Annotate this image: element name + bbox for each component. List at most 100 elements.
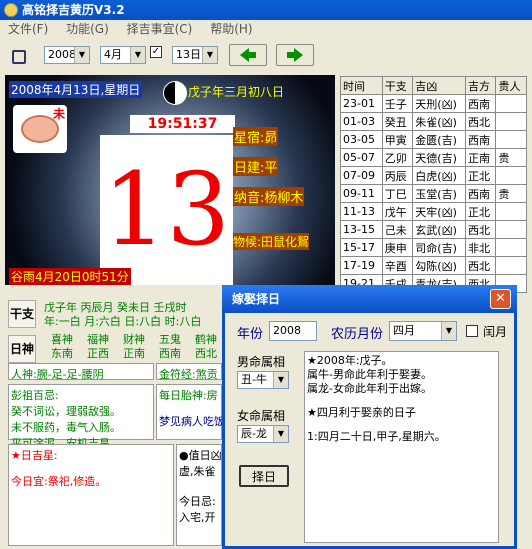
rishen-direction: 正西 [87,347,109,360]
jixing-title: ★日吉星: [11,449,58,462]
menu-function[interactable]: 功能(G) [58,20,115,39]
table-cell [495,238,527,257]
table-row[interactable]: 11-13 戊午 天牢(凶) 正北 [340,202,527,221]
result-gap [307,396,496,406]
dialog-title-bar: 嫁娶择日 ✕ [222,285,517,313]
table-cell [495,166,527,185]
menu-help[interactable]: 帮助(H) [202,20,258,39]
chevron-down-icon: ▼ [130,47,145,63]
rishen-item: 鹤神 西北 [188,333,224,361]
marriage-dialog: 嫁娶择日 ✕ 年份 2008 农历月份 四月 ▼ 闰月 男命属相 丑-牛 ▼ 女命属… [222,285,517,549]
rishen-god: 喜神 [51,333,73,346]
prev-day-button[interactable] [229,44,267,66]
chevron-down-icon: ▼ [74,47,89,63]
table-cell [495,202,527,221]
table-cell: 甲寅 [381,130,414,149]
select-day-button[interactable]: 择日 [239,465,289,487]
result-line: 属龙-女命此年利于出嫁。 [307,382,432,395]
male-zodiac-value: 丑-牛 [241,373,267,386]
chevron-down-icon: ▼ [273,426,288,442]
zhishen-panel: ●值日凶 虚,朱雀 今日忌: 入宅,开 [176,444,222,546]
table-row[interactable]: 13-15 己未 玄武(凶) 西北 [340,220,527,239]
rishen-item: 喜神 东南 [44,333,80,361]
chevron-down-icon: ▼ [202,47,217,63]
table-cell: 玄武(凶) [412,220,466,239]
table-cell [495,220,527,239]
dialog-title: 嫁娶择日 [232,292,281,306]
next-day-button[interactable] [276,44,314,66]
col-time: 时间 [340,76,383,95]
result-panel[interactable]: ★2008年:戊子。 属牛-男命此年利于娶妻。 属龙-女命此年利于出嫁。 ★四月… [304,351,499,543]
year-select[interactable]: 2008 ▼ [44,46,90,64]
table-row[interactable]: 07-09 丙辰 白虎(凶) 正北 [340,166,527,185]
menu-bar: 文件(F) 功能(G) 择吉事宜(C) 帮助(H) [0,20,532,39]
female-zodiac-select[interactable]: 辰-龙 ▼ [237,425,289,443]
nayin: 纳音:杨柳木 [233,187,305,206]
day-select[interactable]: 13日 ▼ [172,46,218,64]
table-cell [495,256,527,275]
month-value: 4月 [104,48,122,61]
pengzu-line: 未不服药，毒气入肠。 [11,421,121,434]
window-title-bar: 高铭择吉黄历V3.2 [0,0,532,20]
rishen-label: 日神 [8,335,36,363]
zodiac-char: 未 [53,107,66,121]
table-cell: 正北 [464,166,497,185]
male-zodiac-select[interactable]: 丑-牛 ▼ [237,371,289,389]
table-cell: 15-17 [340,238,383,257]
dialog-year-input[interactable]: 2008 [269,321,317,341]
table-cell: 己未 [381,220,414,239]
menu-file[interactable]: 文件(F) [0,20,54,39]
table-row[interactable]: 09-11 丁巳 玉堂(吉) 西南贵 [340,184,527,203]
table-row[interactable]: 15-17 庚申 司命(吉) 非北 [340,238,527,257]
table-cell: 天刑(凶) [412,94,466,113]
table-row[interactable]: 23-01 壬子 天刑(凶) 西南 [340,94,527,113]
dream-text: 梦见病人吃饭 [159,415,225,428]
table-cell: 勾陈(凶) [412,256,466,275]
table-cell: 非北 [464,238,497,257]
table-cell: 辛酉 [381,256,414,275]
table-row[interactable]: 03-05 甲寅 金匮(吉) 西南 [340,130,527,149]
table-cell: 09-11 [340,184,383,203]
female-zodiac-value: 辰-龙 [241,427,267,440]
table-cell: 西北 [464,112,497,131]
rishen-item: 福神 正西 [80,333,116,361]
hours-body: 23-01 壬子 天刑(凶) 西南 01-03 癸丑 朱雀(凶) 西北 03-05 甲寅 金匮(吉)… [340,94,527,293]
ganzhi-label: 干支 [8,300,36,328]
jinfu: 金符经:煞贡 [156,363,222,381]
chevron-down-icon: ▼ [273,372,288,388]
female-label: 女命属相 [237,409,286,423]
rishen-god: 五鬼 [159,333,181,346]
result-line: ★四月利于娶亲的日子 [307,406,416,419]
table-cell: 戊午 [381,202,414,221]
window-title: 高铭择吉黄历V3.2 [22,3,125,17]
day-checkbox[interactable]: ✓ [150,46,162,58]
table-row[interactable]: 01-03 癸丑 朱雀(凶) 西北 [340,112,527,131]
table-cell: 白虎(凶) [412,166,466,185]
table-cell [495,112,527,131]
table-row[interactable]: 05-07 乙卯 天德(吉) 正南贵 [340,148,527,167]
dialog-month-select[interactable]: 四月 ▼ [389,321,457,341]
chevron-down-icon: ▼ [441,322,456,340]
table-cell [495,94,527,113]
hours-table: 时间 干支 吉凶 吉方 贵人 23-01 壬子 天刑(凶) 西南 01-03 癸丑 朱雀(凶… [340,76,527,293]
calendar-display: 2008年4月13日,星期日 戊子年三月初八日 未 19:51:37 13 星宿… [5,75,335,285]
col-ganzhi: 干支 [381,76,414,95]
toolbar: 2008 ▼ 4月 ▼ ✓ 13日 ▼ [0,40,532,70]
table-cell: 天德(吉) [412,148,466,167]
rishen-item: 五鬼 西南 [152,333,188,361]
arrow-right-icon [287,48,303,62]
refresh-button[interactable] [8,47,30,67]
renshen: 人神:腕-足-足-腰阴 [8,363,154,381]
table-row[interactable]: 17-19 辛酉 勾陈(凶) 西北 [340,256,527,275]
table-cell: 壬子 [381,94,414,113]
leap-month-checkbox[interactable] [466,325,478,337]
daily-title: 每日胎神:房 [159,389,218,402]
table-cell: 西北 [464,220,497,239]
close-button[interactable]: ✕ [490,289,511,309]
table-cell: 司命(吉) [412,238,466,257]
day-value: 13日 [176,48,201,61]
daily-panel: 每日胎神:房 梦见病人吃饭 [156,384,225,440]
month-select[interactable]: 4月 ▼ [100,46,146,64]
result-line: 属牛-男命此年利于娶妻。 [307,368,432,381]
menu-select[interactable]: 择吉事宜(C) [119,20,199,39]
